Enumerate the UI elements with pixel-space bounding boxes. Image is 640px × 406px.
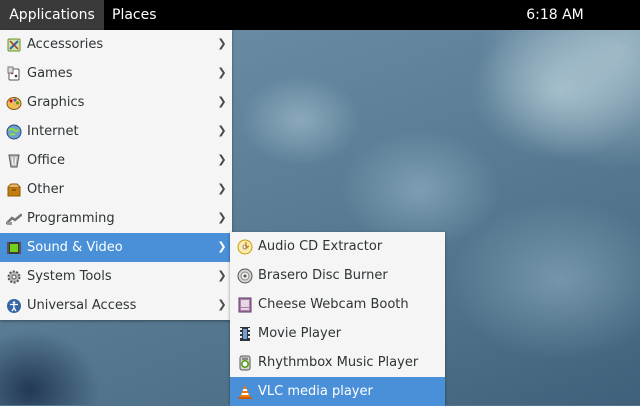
sound-video-icon — [6, 240, 22, 256]
games-icon — [6, 66, 22, 82]
submenu-item-label: Movie Player — [258, 326, 342, 341]
submenu-item-label: Rhythmbox Music Player — [258, 355, 419, 370]
menu-item-universal-access[interactable]: Universal Access ❯ — [0, 291, 232, 320]
submenu-item-label: VLC media player — [258, 384, 373, 399]
rhythmbox-icon — [237, 355, 253, 371]
vlc-icon — [237, 384, 253, 400]
places-menu-button[interactable]: Places — [112, 0, 157, 30]
submenu-item-label: Audio CD Extractor — [258, 239, 383, 254]
chevron-right-icon: ❯ — [217, 182, 227, 195]
submenu-item-movie-player[interactable]: Movie Player — [230, 319, 445, 348]
universal-access-icon — [6, 298, 22, 314]
submenu-item-vlc[interactable]: VLC media player — [230, 377, 445, 406]
chevron-right-icon: ❯ — [217, 269, 227, 282]
menu-item-accessories[interactable]: Accessories ❯ — [0, 30, 232, 59]
menu-item-programming[interactable]: Programming ❯ — [0, 204, 232, 233]
chevron-right-icon: ❯ — [217, 37, 227, 50]
chevron-right-icon: ❯ — [217, 124, 227, 137]
applications-menu: Accessories ❯ Games ❯ Graphics ❯ Interne… — [0, 30, 232, 320]
clock[interactable]: 6:18 AM — [510, 0, 600, 30]
system-tools-icon — [6, 269, 22, 285]
chevron-right-icon: ❯ — [217, 66, 227, 79]
menu-item-label: Universal Access — [27, 298, 137, 313]
graphics-icon — [6, 95, 22, 111]
other-icon — [6, 182, 22, 198]
menu-item-graphics[interactable]: Graphics ❯ — [0, 88, 232, 117]
menu-item-system-tools[interactable]: System Tools ❯ — [0, 262, 232, 291]
menu-item-sound-video[interactable]: Sound & Video ❯ — [0, 233, 232, 262]
submenu-item-brasero[interactable]: Brasero Disc Burner — [230, 261, 445, 290]
submenu-item-rhythmbox[interactable]: Rhythmbox Music Player — [230, 348, 445, 377]
submenu-item-cheese[interactable]: Cheese Webcam Booth — [230, 290, 445, 319]
menu-item-label: System Tools — [27, 269, 112, 284]
submenu-item-audio-cd-extractor[interactable]: Audio CD Extractor — [230, 232, 445, 261]
menu-item-label: Other — [27, 182, 64, 197]
top-bar: Applications Places 6:18 AM — [0, 0, 640, 30]
audio-cd-icon — [237, 239, 253, 255]
menu-item-label: Office — [27, 153, 65, 168]
menu-item-other[interactable]: Other ❯ — [0, 175, 232, 204]
menu-item-label: Graphics — [27, 95, 85, 110]
menu-item-label: Internet — [27, 124, 79, 139]
internet-icon — [6, 124, 22, 140]
menu-item-label: Programming — [27, 211, 115, 226]
cheese-icon — [237, 297, 253, 313]
menu-item-label: Games — [27, 66, 73, 81]
chevron-right-icon: ❯ — [217, 298, 227, 311]
menu-item-label: Accessories — [27, 37, 104, 52]
chevron-right-icon: ❯ — [217, 153, 227, 166]
chevron-right-icon: ❯ — [217, 211, 227, 224]
programming-icon — [6, 211, 22, 227]
chevron-right-icon: ❯ — [217, 240, 227, 253]
brasero-icon — [237, 268, 253, 284]
menu-item-games[interactable]: Games ❯ — [0, 59, 232, 88]
menu-item-office[interactable]: Office ❯ — [0, 146, 232, 175]
submenu-item-label: Brasero Disc Burner — [258, 268, 388, 283]
menu-item-label: Sound & Video — [27, 240, 123, 255]
applications-menu-button[interactable]: Applications — [0, 0, 104, 30]
chevron-right-icon: ❯ — [217, 95, 227, 108]
sound-video-submenu: Audio CD Extractor Brasero Disc Burner C… — [230, 232, 445, 406]
office-icon — [6, 153, 22, 169]
menu-item-internet[interactable]: Internet ❯ — [0, 117, 232, 146]
accessories-icon — [6, 37, 22, 53]
movie-player-icon — [237, 326, 253, 342]
submenu-item-label: Cheese Webcam Booth — [258, 297, 409, 312]
